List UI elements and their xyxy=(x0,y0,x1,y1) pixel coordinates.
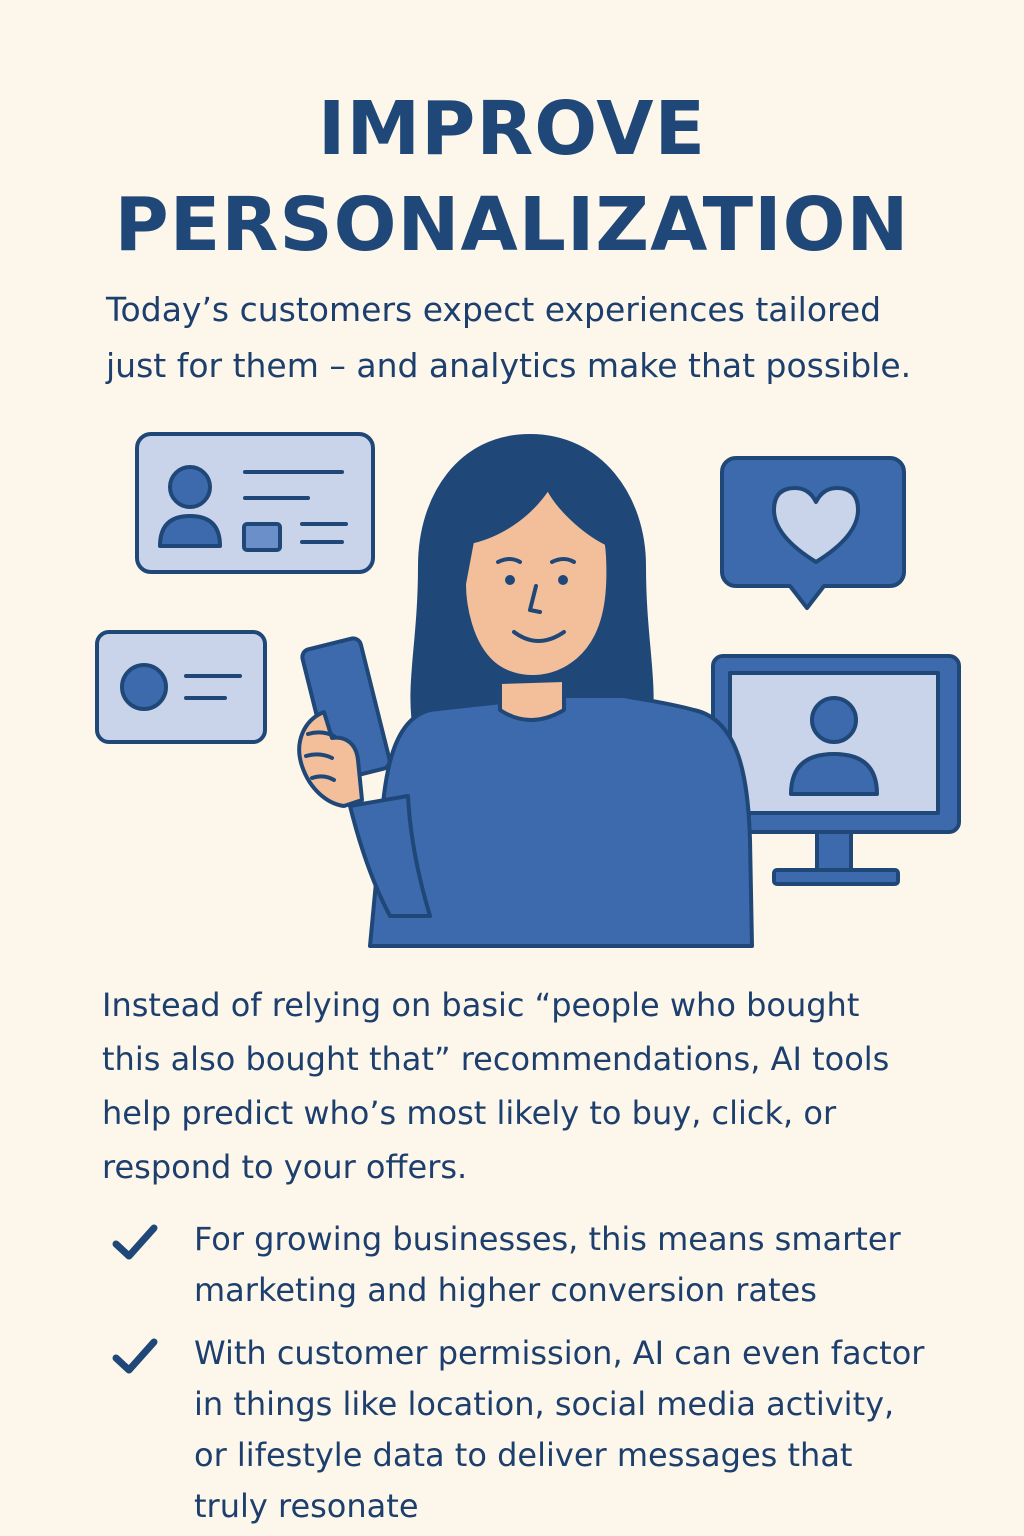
bullet-2-line-4: truly resonate xyxy=(194,1487,419,1525)
page-title-line-1: IMPROVE xyxy=(317,86,707,172)
intro-line-1: Today’s customers expect experiences tai… xyxy=(106,290,882,329)
check-icon xyxy=(112,1338,158,1374)
body-line-1: Instead of relying on basic “people who … xyxy=(102,986,860,1024)
personalization-illustration xyxy=(95,432,961,948)
intro-text: Today’s customers expect experiences tai… xyxy=(106,282,996,394)
contact-card-icon xyxy=(95,630,267,744)
bullet-2-line-3: or lifestyle data to deliver messages th… xyxy=(194,1436,853,1474)
body-paragraph: Instead of relying on basic “people who … xyxy=(102,978,982,1194)
check-icon xyxy=(112,1224,158,1260)
body-line-3: help predict who’s most likely to buy, c… xyxy=(102,1094,837,1132)
bullet-text-1: For growing businesses, this means smart… xyxy=(194,1214,994,1316)
heart-bubble-icon xyxy=(720,456,906,610)
page-title-line-2: PERSONALIZATION xyxy=(114,182,910,268)
bullet-text-2: With customer permission, AI can even fa… xyxy=(194,1328,994,1532)
bullet-2-line-1: With customer permission, AI can even fa… xyxy=(194,1334,925,1372)
bullet-1-line-2: marketing and higher conversion rates xyxy=(194,1271,817,1309)
body-line-4: respond to your offers. xyxy=(102,1148,468,1186)
body-line-2: this also bought that” recommendations, … xyxy=(102,1040,890,1078)
intro-line-2: just for them – and analytics make that … xyxy=(106,346,912,385)
bullet-2-line-2: in things like location, social media ac… xyxy=(194,1385,895,1423)
bullet-1-line-1: For growing businesses, this means smart… xyxy=(194,1220,901,1258)
profile-card-icon xyxy=(135,432,375,574)
